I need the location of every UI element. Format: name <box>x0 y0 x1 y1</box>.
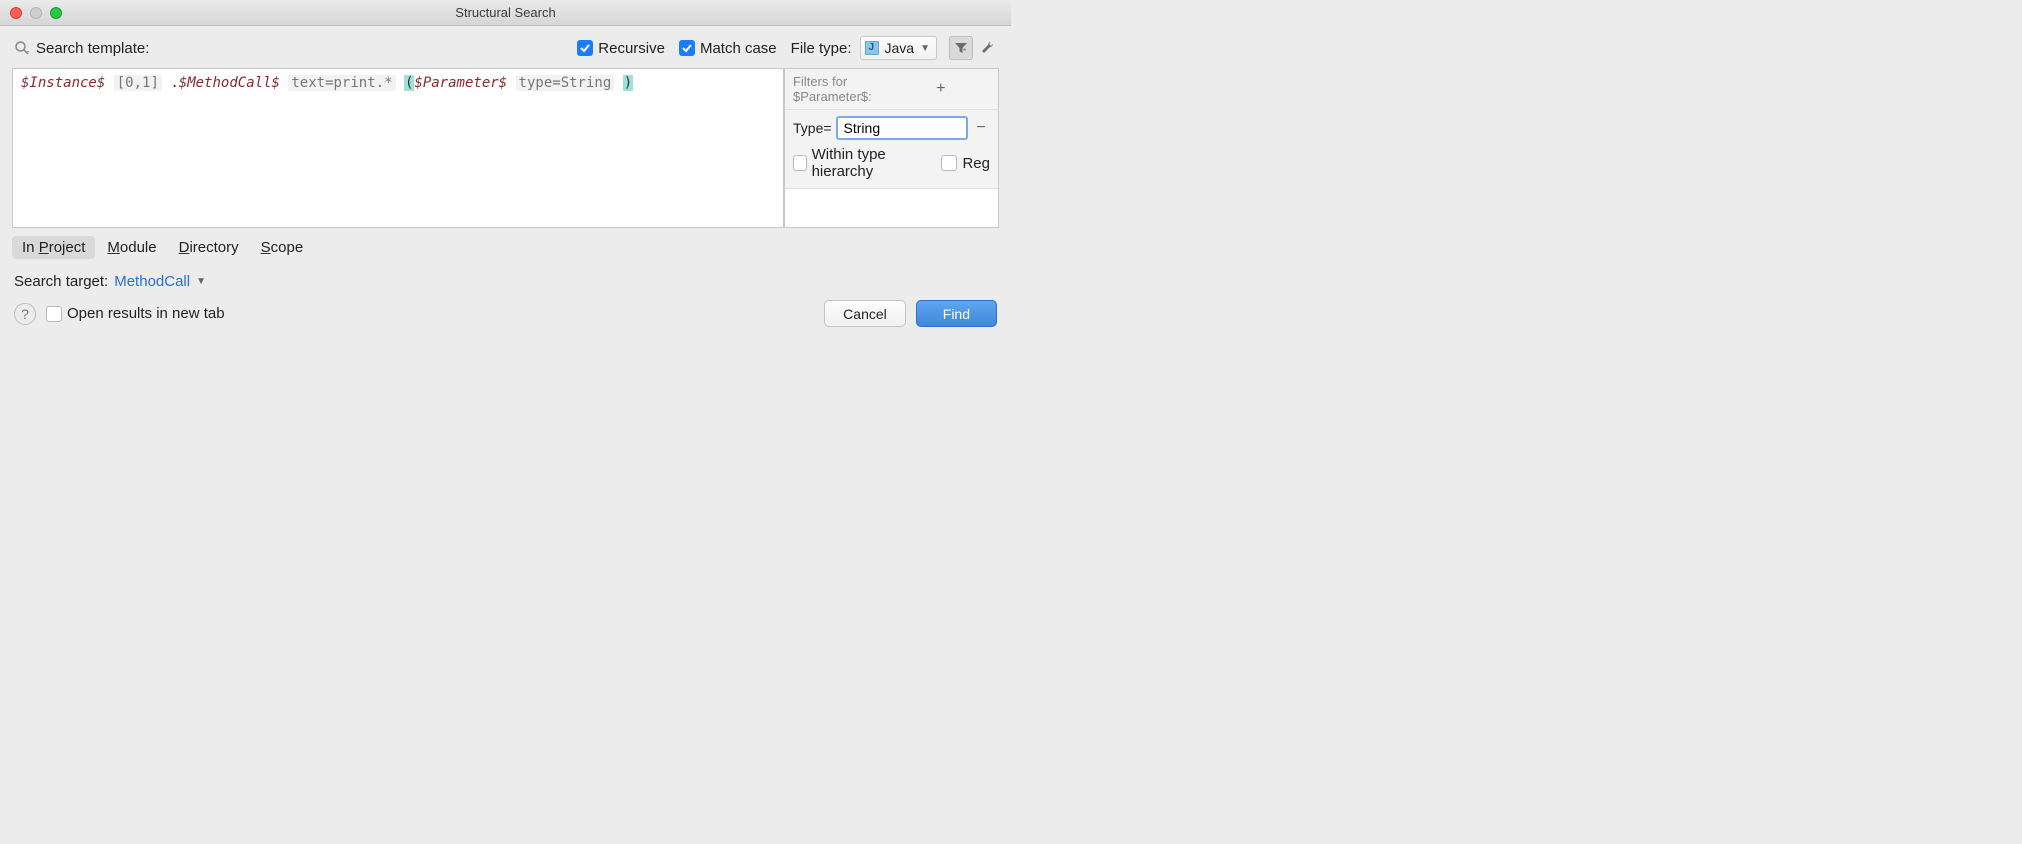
help-button[interactable]: ? <box>14 303 36 325</box>
search-target-dropdown[interactable]: MethodCall ▼ <box>114 273 206 290</box>
tools-button[interactable] <box>975 36 999 60</box>
minimize-window-button[interactable] <box>30 7 42 19</box>
java-file-icon <box>865 41 879 55</box>
cancel-button[interactable]: Cancel <box>824 300 906 327</box>
filters-panel: Filters for $Parameter$: + Type= − Withi… <box>784 68 999 228</box>
chevron-down-icon: ▼ <box>196 276 206 287</box>
toolbar: Search template: Recursive Match case Fi… <box>0 26 1011 68</box>
variable-instance: $Instance$ <box>21 75 105 91</box>
match-case-checkbox[interactable]: Match case <box>679 40 777 57</box>
file-type-label: File type: <box>791 40 852 57</box>
titlebar: Structural Search <box>0 0 1011 26</box>
close-window-button[interactable] <box>10 7 22 19</box>
search-icon <box>14 40 30 56</box>
regex-checkbox[interactable]: Reg <box>941 155 990 172</box>
text-filter-inline: text=print.* <box>288 75 395 91</box>
variable-methodcall: $MethodCall$ <box>179 75 280 91</box>
remove-filter-button[interactable]: − <box>972 119 990 137</box>
tab-module[interactable]: Module <box>97 236 166 259</box>
open-paren: ( <box>404 75 414 91</box>
window-controls <box>0 7 62 19</box>
checkbox-checked-icon <box>577 40 593 56</box>
file-type-dropdown[interactable]: Java ▼ <box>860 36 937 60</box>
filter-type-row: Type= − Within type hierarchy Reg <box>785 110 998 189</box>
open-results-checkbox[interactable]: Open results in new tab <box>46 305 225 322</box>
bottom-bar: ? Open results in new tab Cancel Find <box>0 290 1011 339</box>
checkbox-checked-icon <box>679 40 695 56</box>
filters-header: Filters for $Parameter$: + <box>785 69 998 110</box>
close-paren: ) <box>623 75 633 91</box>
window-title: Structural Search <box>0 5 1011 20</box>
chevron-down-icon: ▼ <box>920 43 930 54</box>
regex-label: Reg <box>962 155 990 172</box>
match-case-label: Match case <box>700 40 777 57</box>
search-template-label: Search template: <box>36 40 149 57</box>
count-constraint: [0,1] <box>114 75 162 91</box>
search-target-row: Search target: MethodCall ▼ <box>0 263 1011 290</box>
filters-header-text: Filters for $Parameter$: <box>793 74 892 104</box>
within-hierarchy-label: Within type hierarchy <box>812 146 928 180</box>
checkbox-unchecked-icon <box>46 306 62 322</box>
type-filter-inline: type=String <box>516 75 615 91</box>
recursive-checkbox[interactable]: Recursive <box>577 40 665 57</box>
checkbox-unchecked-icon <box>793 155 807 171</box>
svg-text:*: * <box>963 47 966 56</box>
scope-tabs: In Project Module Directory Scope <box>0 228 1011 263</box>
find-button[interactable]: Find <box>916 300 997 327</box>
type-filter-label: Type= <box>793 120 832 136</box>
tab-directory[interactable]: Directory <box>169 236 249 259</box>
tab-scope[interactable]: Scope <box>251 236 314 259</box>
variable-parameter: $Parameter$ <box>414 75 507 91</box>
open-results-label: Open results in new tab <box>67 305 225 322</box>
funnel-icon: * <box>953 40 969 56</box>
within-hierarchy-checkbox[interactable]: Within type hierarchy <box>793 146 927 180</box>
type-filter-input[interactable] <box>836 116 968 140</box>
filter-toggle-button[interactable]: * <box>949 36 973 60</box>
wrench-icon <box>979 40 995 56</box>
search-target-value: MethodCall <box>114 273 190 290</box>
work-area: $Instance$ [0,1] .$MethodCall$ text=prin… <box>0 68 1011 228</box>
recursive-label: Recursive <box>598 40 665 57</box>
zoom-window-button[interactable] <box>50 7 62 19</box>
dot-separator: . <box>170 75 178 91</box>
file-type-value: Java <box>885 40 915 56</box>
add-filter-button[interactable]: + <box>892 80 991 98</box>
checkbox-unchecked-icon <box>941 155 957 171</box>
template-editor[interactable]: $Instance$ [0,1] .$MethodCall$ text=prin… <box>12 68 784 228</box>
tab-in-project[interactable]: In Project <box>12 236 95 259</box>
search-target-label: Search target: <box>14 273 108 290</box>
